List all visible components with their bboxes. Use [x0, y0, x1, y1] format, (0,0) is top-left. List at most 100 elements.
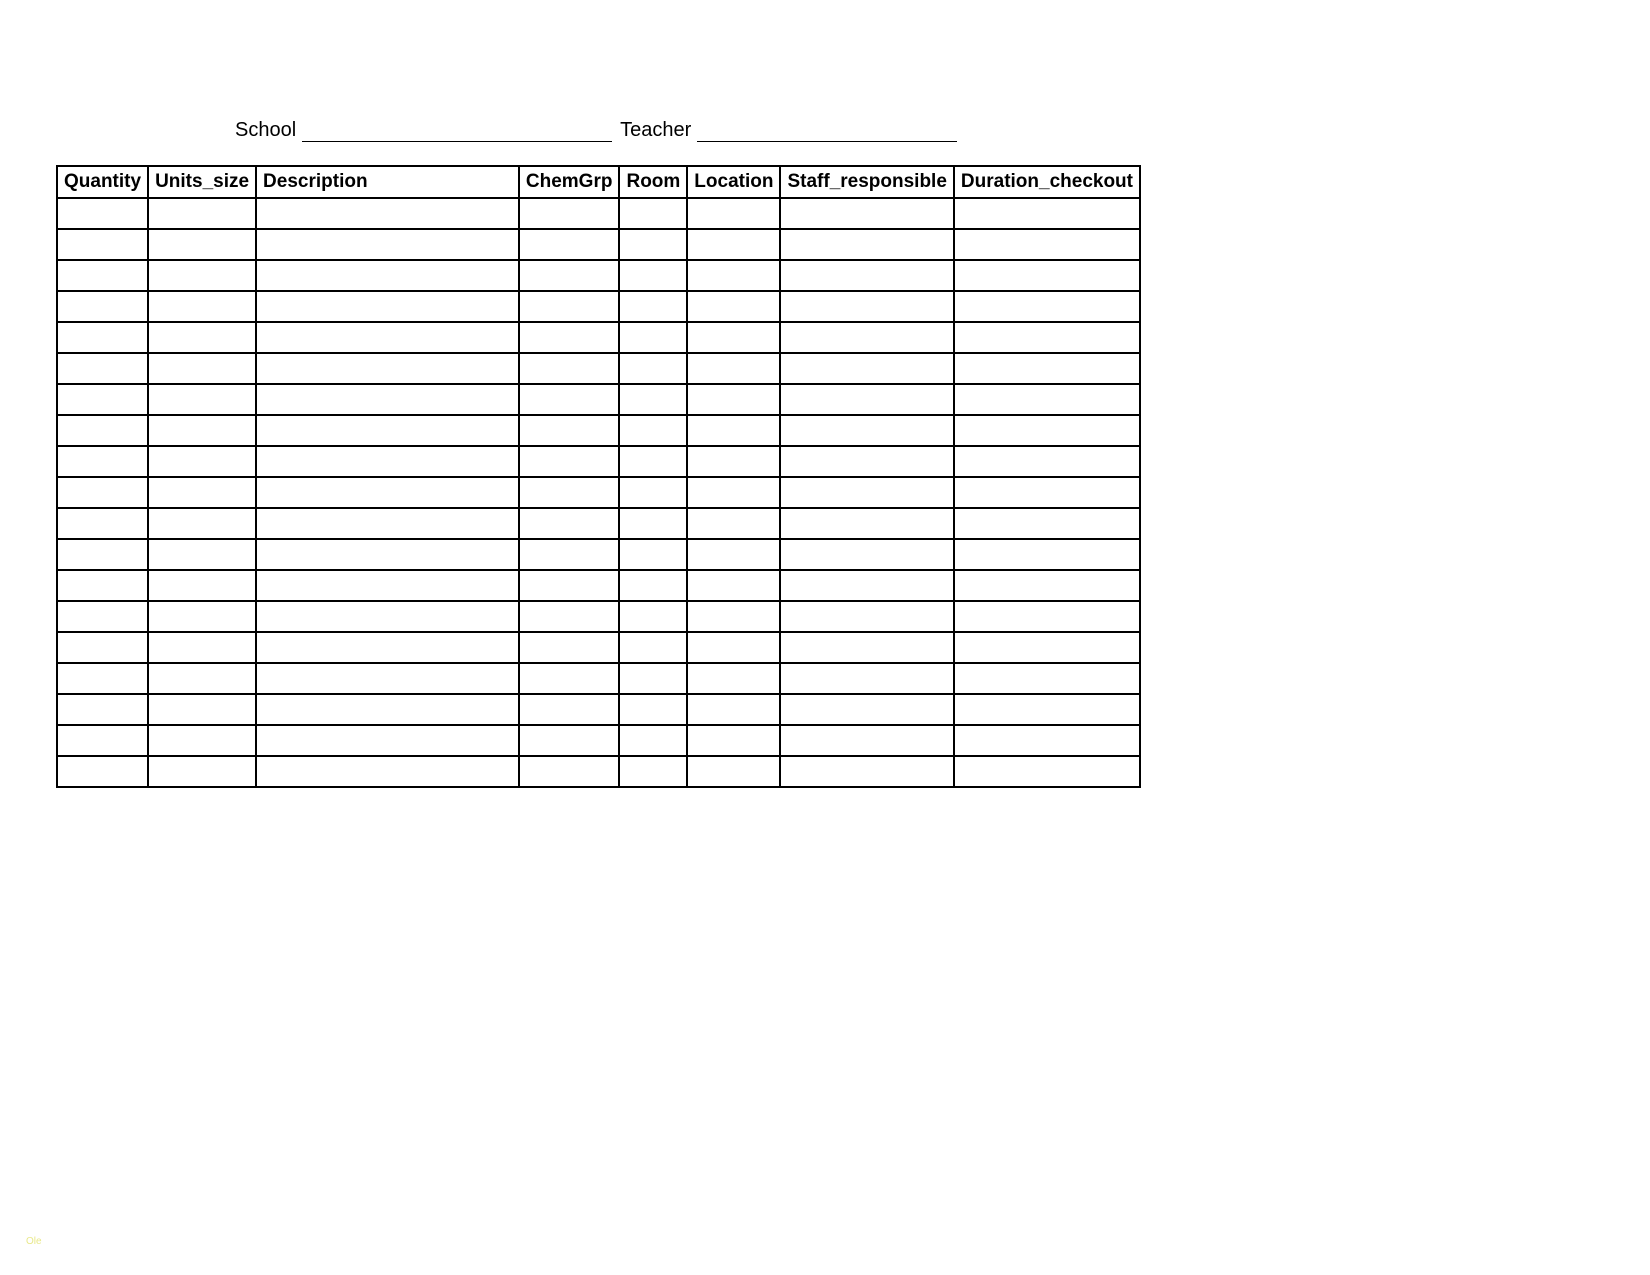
table-cell[interactable]	[780, 446, 953, 477]
table-cell[interactable]	[780, 384, 953, 415]
table-cell[interactable]	[619, 601, 687, 632]
table-row[interactable]	[57, 570, 1140, 601]
table-cell[interactable]	[687, 446, 780, 477]
table-cell[interactable]	[619, 756, 687, 787]
table-cell[interactable]	[519, 322, 620, 353]
table-cell[interactable]	[57, 725, 148, 756]
table-cell[interactable]	[256, 663, 519, 694]
table-cell[interactable]	[954, 725, 1140, 756]
table-cell[interactable]	[619, 415, 687, 446]
table-cell[interactable]	[256, 229, 519, 260]
table-cell[interactable]	[687, 198, 780, 229]
table-cell[interactable]	[954, 446, 1140, 477]
table-cell[interactable]	[954, 198, 1140, 229]
table-cell[interactable]	[780, 198, 953, 229]
table-cell[interactable]	[954, 508, 1140, 539]
table-cell[interactable]	[619, 229, 687, 260]
table-cell[interactable]	[256, 756, 519, 787]
table-cell[interactable]	[256, 415, 519, 446]
table-cell[interactable]	[148, 198, 256, 229]
table-cell[interactable]	[519, 353, 620, 384]
table-cell[interactable]	[148, 384, 256, 415]
table-cell[interactable]	[954, 384, 1140, 415]
table-cell[interactable]	[619, 632, 687, 663]
table-cell[interactable]	[519, 570, 620, 601]
table-cell[interactable]	[148, 322, 256, 353]
table-cell[interactable]	[148, 694, 256, 725]
table-cell[interactable]	[619, 291, 687, 322]
table-cell[interactable]	[148, 756, 256, 787]
table-cell[interactable]	[57, 694, 148, 725]
table-cell[interactable]	[780, 291, 953, 322]
table-cell[interactable]	[619, 725, 687, 756]
table-cell[interactable]	[954, 322, 1140, 353]
table-row[interactable]	[57, 384, 1140, 415]
table-cell[interactable]	[780, 663, 953, 694]
table-row[interactable]	[57, 663, 1140, 694]
table-cell[interactable]	[780, 756, 953, 787]
table-cell[interactable]	[687, 632, 780, 663]
table-cell[interactable]	[687, 353, 780, 384]
table-cell[interactable]	[519, 539, 620, 570]
table-cell[interactable]	[954, 756, 1140, 787]
table-cell[interactable]	[256, 694, 519, 725]
table-cell[interactable]	[256, 477, 519, 508]
table-cell[interactable]	[256, 446, 519, 477]
table-row[interactable]	[57, 415, 1140, 446]
table-cell[interactable]	[148, 508, 256, 539]
table-cell[interactable]	[57, 291, 148, 322]
table-cell[interactable]	[256, 508, 519, 539]
table-cell[interactable]	[780, 632, 953, 663]
table-cell[interactable]	[687, 725, 780, 756]
table-cell[interactable]	[519, 229, 620, 260]
table-cell[interactable]	[148, 291, 256, 322]
table-cell[interactable]	[780, 725, 953, 756]
table-cell[interactable]	[57, 322, 148, 353]
table-cell[interactable]	[954, 694, 1140, 725]
table-cell[interactable]	[619, 446, 687, 477]
table-cell[interactable]	[619, 260, 687, 291]
table-cell[interactable]	[57, 198, 148, 229]
table-cell[interactable]	[519, 508, 620, 539]
table-cell[interactable]	[954, 632, 1140, 663]
table-cell[interactable]	[619, 353, 687, 384]
table-cell[interactable]	[780, 694, 953, 725]
table-cell[interactable]	[687, 694, 780, 725]
teacher-blank[interactable]	[697, 118, 957, 142]
table-cell[interactable]	[148, 725, 256, 756]
table-cell[interactable]	[57, 508, 148, 539]
table-cell[interactable]	[256, 260, 519, 291]
table-row[interactable]	[57, 260, 1140, 291]
table-cell[interactable]	[57, 446, 148, 477]
table-cell[interactable]	[619, 508, 687, 539]
table-row[interactable]	[57, 322, 1140, 353]
table-cell[interactable]	[687, 508, 780, 539]
table-cell[interactable]	[780, 477, 953, 508]
table-cell[interactable]	[519, 415, 620, 446]
table-cell[interactable]	[780, 229, 953, 260]
table-cell[interactable]	[619, 570, 687, 601]
table-cell[interactable]	[57, 229, 148, 260]
table-cell[interactable]	[519, 446, 620, 477]
table-cell[interactable]	[519, 477, 620, 508]
table-cell[interactable]	[619, 477, 687, 508]
table-cell[interactable]	[57, 260, 148, 291]
table-row[interactable]	[57, 725, 1140, 756]
table-row[interactable]	[57, 477, 1140, 508]
table-cell[interactable]	[148, 415, 256, 446]
table-row[interactable]	[57, 694, 1140, 725]
table-row[interactable]	[57, 446, 1140, 477]
table-cell[interactable]	[619, 694, 687, 725]
table-row[interactable]	[57, 601, 1140, 632]
table-cell[interactable]	[57, 570, 148, 601]
table-row[interactable]	[57, 539, 1140, 570]
table-cell[interactable]	[519, 601, 620, 632]
table-cell[interactable]	[148, 663, 256, 694]
table-cell[interactable]	[57, 756, 148, 787]
table-cell[interactable]	[256, 725, 519, 756]
table-cell[interactable]	[57, 415, 148, 446]
table-row[interactable]	[57, 291, 1140, 322]
table-cell[interactable]	[148, 632, 256, 663]
table-cell[interactable]	[954, 570, 1140, 601]
table-cell[interactable]	[687, 601, 780, 632]
